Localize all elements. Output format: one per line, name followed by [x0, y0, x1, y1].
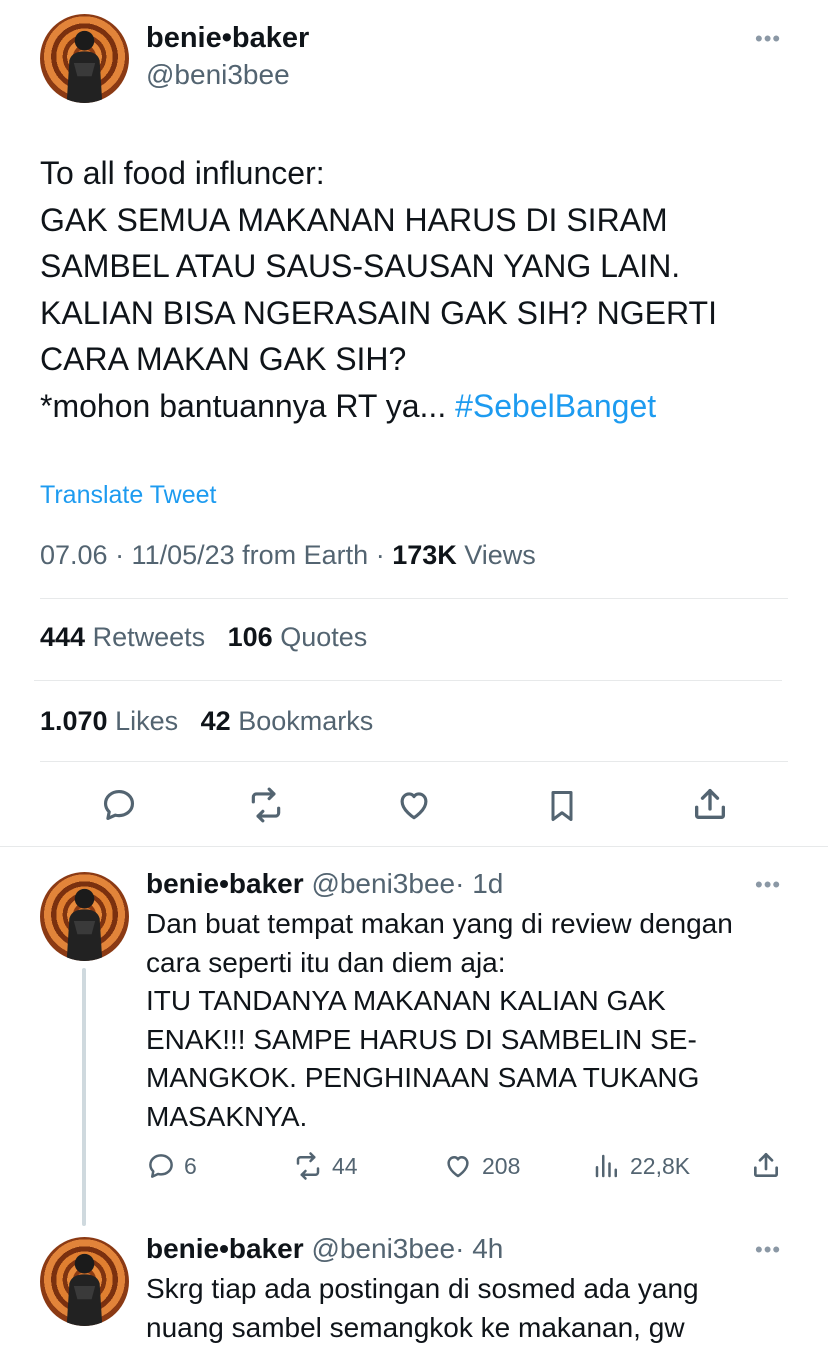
- translate-tweet-link[interactable]: Translate Tweet: [40, 481, 216, 510]
- reply-reply-button[interactable]: 6: [146, 1151, 197, 1181]
- tweet-line: SAMBEL ATAU SAUS-SAUSAN YANG LAIN.: [40, 243, 800, 290]
- person-silhouette-icon: [40, 1237, 129, 1326]
- divider: [0, 846, 828, 847]
- reply-header: benie•baker @beni3bee· 1d: [146, 868, 503, 900]
- divider: [34, 680, 782, 681]
- reply-line: Skrg tiap ada postingan di sosmed ada ya…: [146, 1270, 806, 1309]
- tweet-line: *mohon bantuannya RT ya... #SebelBanget: [40, 383, 800, 430]
- reply-author-name[interactable]: benie•baker: [146, 868, 304, 899]
- bookmark-button[interactable]: [544, 786, 580, 826]
- reply-author-name[interactable]: benie•baker: [146, 1233, 304, 1264]
- reply-author-handle[interactable]: @beni3bee: [311, 1233, 455, 1264]
- reply-time[interactable]: · 1d: [455, 868, 503, 899]
- reply-line: Dan buat tempat makan yang di review den…: [146, 905, 806, 944]
- tweet-line: GAK SEMUA MAKANAN HARUS DI SIRAM: [40, 197, 800, 244]
- reply-share-button[interactable]: [750, 1149, 782, 1181]
- divider: [40, 761, 788, 762]
- retweet-icon: [246, 786, 286, 824]
- more-options-icon[interactable]: •••: [755, 26, 781, 52]
- heart-icon: [442, 1151, 474, 1181]
- reply-avatar[interactable]: [40, 872, 129, 961]
- reply-header: benie•baker @beni3bee· 4h: [146, 1233, 503, 1265]
- person-silhouette-icon: [40, 872, 129, 961]
- like-count: 208: [482, 1153, 520, 1180]
- quotes-label: Quotes: [273, 622, 368, 652]
- retweets-quotes-row: 444 Retweets 106 Quotes: [40, 622, 367, 653]
- reply-author-handle[interactable]: @beni3bee: [311, 868, 455, 899]
- tweet-line: KALIAN BISA NGERASAIN GAK SIH? NGERTI: [40, 290, 800, 337]
- author-name[interactable]: benie•baker: [146, 22, 309, 55]
- views-label: Views: [457, 540, 536, 570]
- reply-text: Dan buat tempat makan yang di review den…: [146, 905, 806, 1136]
- reply-button[interactable]: [100, 786, 138, 824]
- comment-icon: [100, 786, 138, 824]
- retweets-count: 444: [40, 622, 85, 652]
- share-button[interactable]: [690, 784, 730, 824]
- tweet-text: To all food influncer: GAK SEMUA MAKANAN…: [40, 150, 800, 429]
- reply-views-button[interactable]: 22,8K: [592, 1151, 690, 1181]
- more-options-icon[interactable]: •••: [755, 1237, 781, 1263]
- likes-label: Likes: [108, 706, 179, 736]
- like-button[interactable]: [394, 786, 434, 824]
- person-silhouette-icon: [40, 14, 129, 103]
- tweet-line: To all food influncer:: [40, 150, 800, 197]
- reply-line: MASAKNYA.: [146, 1098, 806, 1137]
- reply-line: ITU TANDANYA MAKANAN KALIAN GAK: [146, 982, 806, 1021]
- reply-line: cara seperti itu dan diem aja:: [146, 944, 806, 983]
- likes-count: 1.070: [40, 706, 108, 736]
- views-count: 173K: [392, 540, 457, 570]
- quotes-count: 106: [228, 622, 273, 652]
- author-handle[interactable]: @beni3bee: [146, 59, 290, 91]
- likes-stat[interactable]: 1.070 Likes: [40, 706, 178, 736]
- tweet-line: CARA MAKAN GAK SIH?: [40, 336, 800, 383]
- reply-retweet-button[interactable]: 44: [292, 1151, 358, 1181]
- tweet-timestamp[interactable]: 07.06 · 11/05/23 from Earth ·: [40, 540, 392, 570]
- tweet-line-text: *mohon bantuannya RT ya...: [40, 388, 446, 424]
- bookmarks-count: 42: [201, 706, 231, 736]
- reply-line: ENAK!!! SAMPE HARUS DI SAMBELIN SE-: [146, 1021, 806, 1060]
- reply-count: 6: [184, 1153, 197, 1180]
- more-options-icon[interactable]: •••: [755, 872, 781, 898]
- reply-time[interactable]: · 4h: [455, 1233, 503, 1264]
- heart-icon: [394, 786, 434, 824]
- retweet-count: 44: [332, 1153, 358, 1180]
- reply-line: MANGKOK. PENGHINAAN SAMA TUKANG: [146, 1059, 806, 1098]
- share-icon: [690, 784, 730, 824]
- reply-like-button[interactable]: 208: [442, 1151, 520, 1181]
- bookmark-icon: [544, 786, 580, 826]
- view-count: 22,8K: [630, 1153, 690, 1180]
- bookmarks-label: Bookmarks: [231, 706, 374, 736]
- analytics-icon: [592, 1151, 622, 1181]
- tweet-meta: 07.06 · 11/05/23 from Earth · 173K Views: [40, 540, 536, 571]
- reply-avatar[interactable]: [40, 1237, 129, 1326]
- share-icon: [750, 1149, 782, 1181]
- likes-bookmarks-row: 1.070 Likes 42 Bookmarks: [40, 706, 373, 737]
- comment-icon: [146, 1151, 176, 1181]
- quotes-stat[interactable]: 106 Quotes: [228, 622, 368, 652]
- reply-line: nuang sambel semangkok ke makanan, gw: [146, 1309, 806, 1347]
- author-avatar[interactable]: [40, 14, 129, 103]
- thread-line: [82, 968, 86, 1226]
- retweets-stat[interactable]: 444 Retweets: [40, 622, 205, 652]
- reply-text: Skrg tiap ada postingan di sosmed ada ya…: [146, 1270, 806, 1347]
- retweet-icon: [292, 1151, 324, 1181]
- retweets-label: Retweets: [85, 622, 205, 652]
- hashtag-link[interactable]: #SebelBanget: [455, 388, 656, 424]
- divider: [40, 598, 788, 599]
- bookmarks-stat[interactable]: 42 Bookmarks: [201, 706, 374, 736]
- retweet-button[interactable]: [246, 786, 286, 824]
